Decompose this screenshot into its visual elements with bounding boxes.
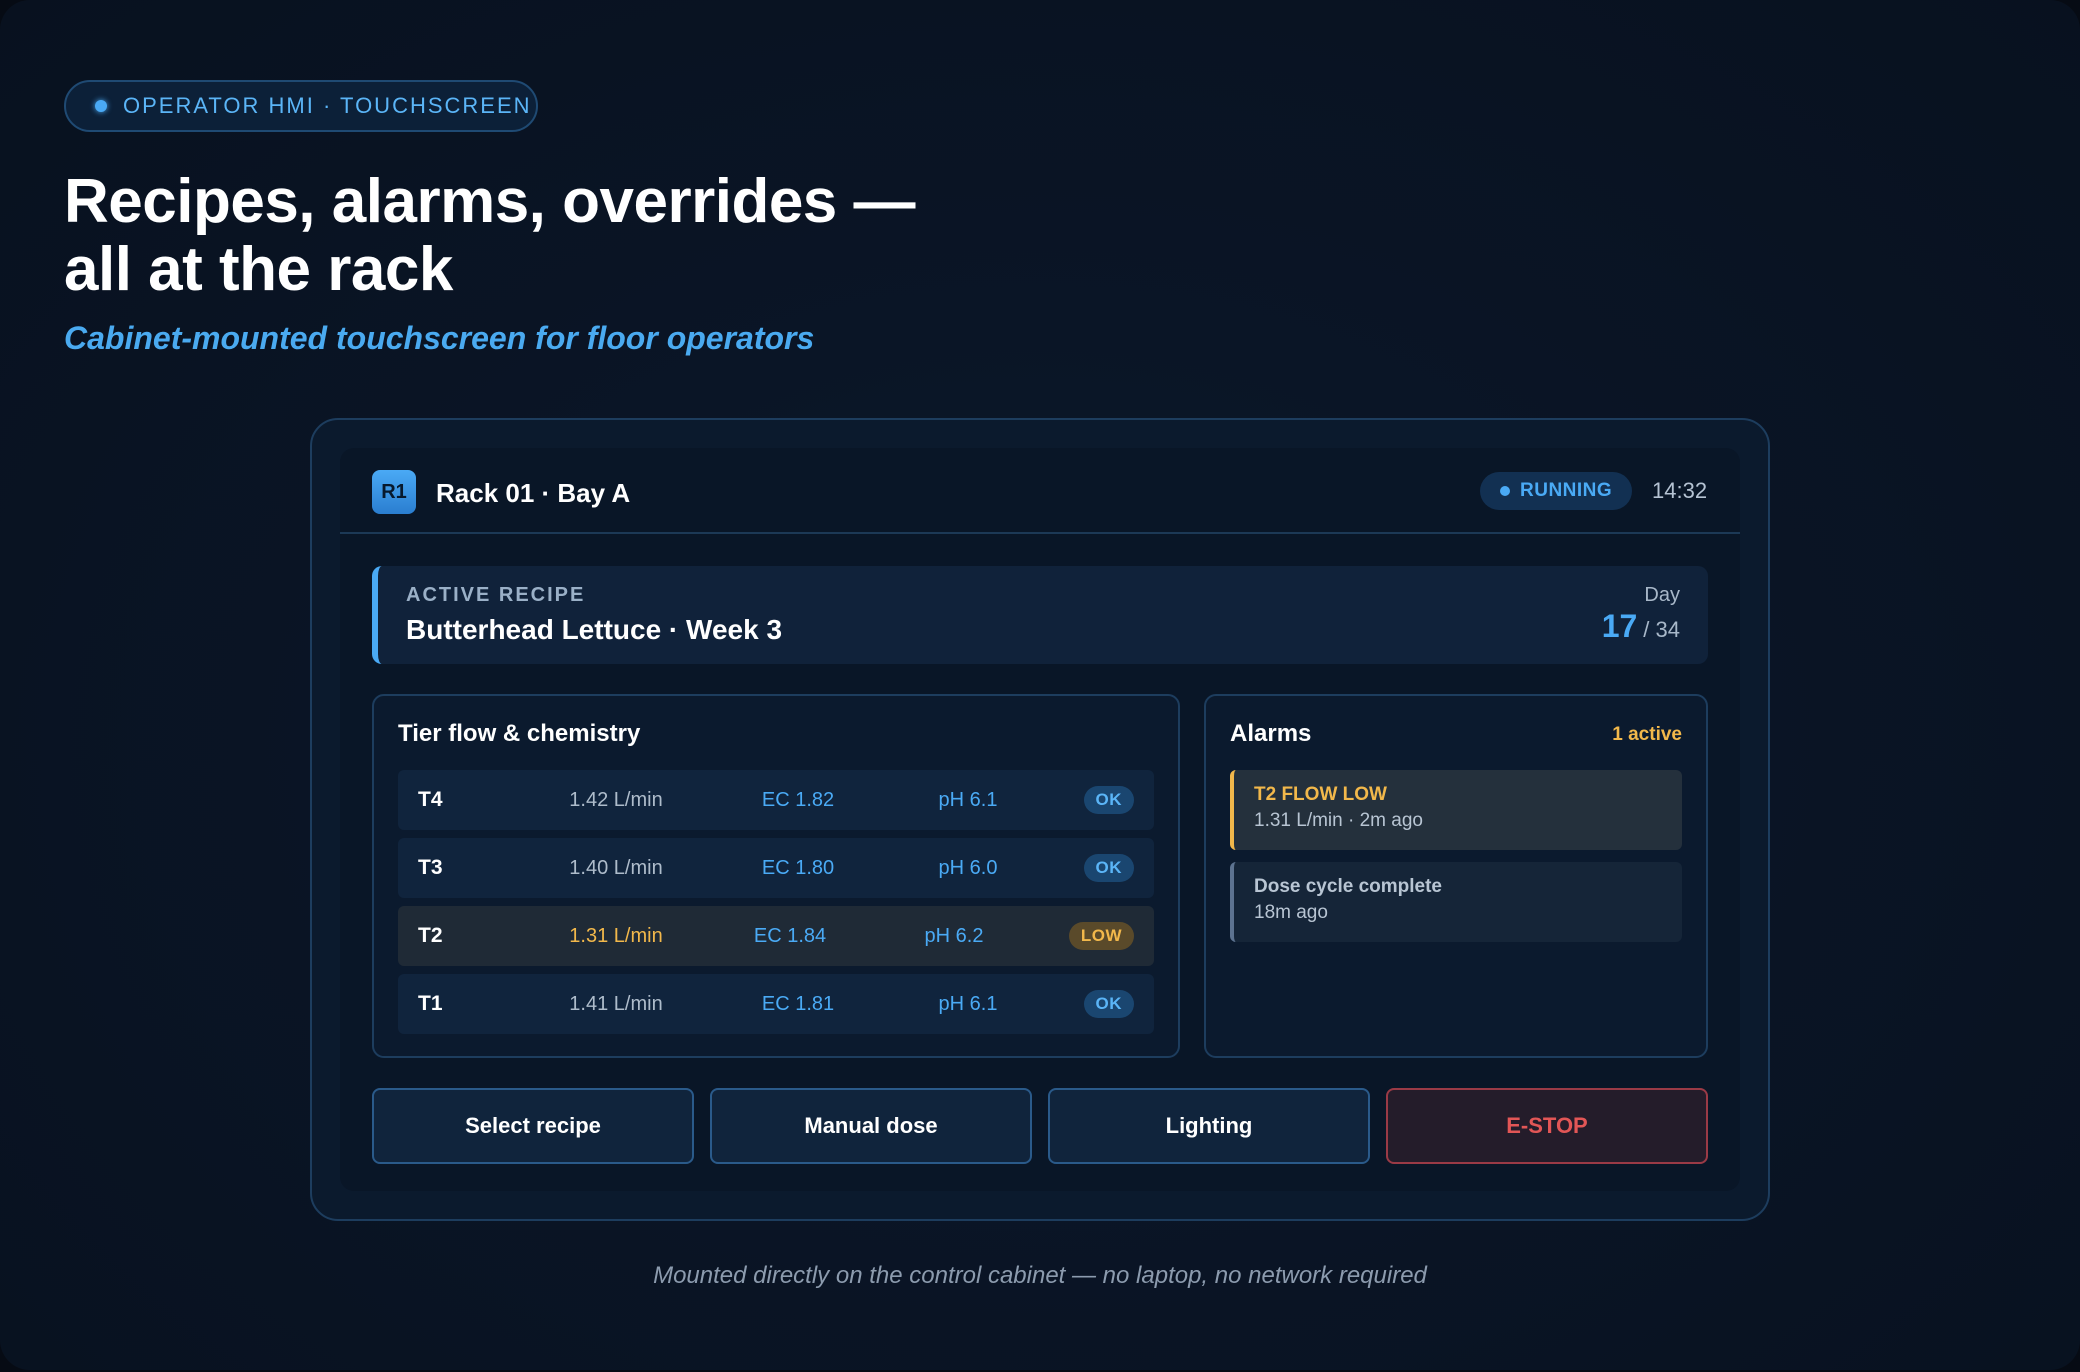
page-title-line1: Recipes, alarms, overrides — [64, 167, 916, 236]
alarm-detail: 18m ago [1254, 902, 1328, 923]
tier-id: T4 [418, 788, 443, 811]
eyebrow-label: OPERATOR HMI · TOUCHSCREEN [123, 93, 532, 118]
tier-ph: pH 6.0 [938, 857, 998, 879]
status-badge-label: RUNNING [1520, 480, 1613, 501]
tier-id: T1 [418, 992, 443, 1015]
alarm-item-active[interactable]: T2 FLOW LOW 1.31 L/min · 2m ago [1230, 770, 1682, 850]
page-title-line2: all at the rack [64, 235, 453, 304]
page: OPERATOR HMI · TOUCHSCREEN Recipes, alar… [0, 0, 2080, 1370]
running-dot-icon [1500, 486, 1510, 496]
footnote: Mounted directly on the control cabinet … [653, 1262, 1427, 1289]
tier-ph: pH 6.1 [938, 789, 998, 811]
day-label: Day [1644, 584, 1680, 606]
tier-ph: pH 6.2 [924, 925, 984, 947]
alarm-item-cleared[interactable]: Dose cycle complete 18m ago [1230, 862, 1682, 942]
tier-flow: 1.31 L/min [569, 925, 663, 947]
lighting-button[interactable]: Lighting [1048, 1088, 1370, 1164]
hmi-device-frame: R1 Rack 01 · Bay A RUNNING 14:32 ACTIVE … [310, 418, 1770, 1221]
hmi-topbar: R1 Rack 01 · Bay A RUNNING 14:32 [340, 448, 1740, 534]
alarm-title: Dose cycle complete [1254, 876, 1442, 897]
tier-id: T3 [418, 856, 443, 879]
active-recipe-label: ACTIVE RECIPE [406, 584, 586, 606]
tier-status-badge: OK [1083, 854, 1134, 882]
alarms-panel-title: Alarms [1230, 720, 1312, 747]
tier-panel-title: Tier flow & chemistry [398, 720, 641, 747]
tier-flow-panel: Tier flow & chemistry T4 1.42 L/min EC 1… [372, 694, 1180, 1058]
day-current: 17 [1601, 608, 1638, 644]
tier-status-badge: LOW [1068, 922, 1134, 950]
tier-ec: EC 1.81 [761, 993, 835, 1015]
tier-flow: 1.40 L/min [569, 857, 663, 879]
tier-ec: EC 1.84 [753, 925, 827, 947]
tier-status-badge: OK [1083, 786, 1134, 814]
tier-flow: 1.42 L/min [569, 789, 663, 811]
tier-row-t4[interactable]: T4 1.42 L/min EC 1.82 pH 6.1 OK [398, 770, 1154, 830]
estop-button[interactable]: E-STOP [1386, 1088, 1708, 1164]
day-progress: 17/ 34 [1602, 608, 1680, 645]
eyebrow-pill: OPERATOR HMI · TOUCHSCREEN [64, 80, 538, 132]
alarm-detail: 1.31 L/min · 2m ago [1254, 810, 1423, 831]
rack-badge: R1 [372, 470, 416, 514]
page-title: Recipes, alarms, overrides — all at the … [64, 168, 1064, 304]
tier-ec: EC 1.80 [761, 857, 835, 879]
page-subtitle: Cabinet-mounted touchscreen for floor op… [64, 320, 815, 356]
tier-id: T2 [418, 924, 443, 947]
clock: 14:32 [1652, 478, 1708, 503]
active-recipe-name: Butterhead Lettuce · Week 3 [406, 614, 783, 645]
active-recipe-card[interactable]: ACTIVE RECIPE Butterhead Lettuce · Week … [372, 566, 1708, 664]
tier-status-badge: OK [1083, 990, 1134, 1018]
day-total: / 34 [1643, 617, 1680, 642]
hmi-screen: R1 Rack 01 · Bay A RUNNING 14:32 ACTIVE … [340, 448, 1740, 1191]
tier-flow: 1.41 L/min [569, 993, 663, 1015]
status-badge: RUNNING [1480, 472, 1632, 510]
select-recipe-button[interactable]: Select recipe [372, 1088, 694, 1164]
status-dot-icon [95, 100, 107, 112]
manual-dose-button[interactable]: Manual dose [710, 1088, 1032, 1164]
tier-row-t3[interactable]: T3 1.40 L/min EC 1.80 pH 6.0 OK [398, 838, 1154, 898]
tier-row-t1[interactable]: T1 1.41 L/min EC 1.81 pH 6.1 OK [398, 974, 1154, 1034]
tier-ec: EC 1.82 [761, 789, 835, 811]
tier-row-t2[interactable]: T2 1.31 L/min EC 1.84 pH 6.2 LOW [398, 906, 1154, 966]
alarms-count: 1 active [1612, 724, 1682, 745]
alarm-title: T2 FLOW LOW [1254, 784, 1387, 805]
tier-ph: pH 6.1 [938, 993, 998, 1015]
alarms-panel: Alarms 1 active T2 FLOW LOW 1.31 L/min ·… [1204, 694, 1708, 1058]
rack-title: Rack 01 · Bay A [436, 478, 631, 508]
